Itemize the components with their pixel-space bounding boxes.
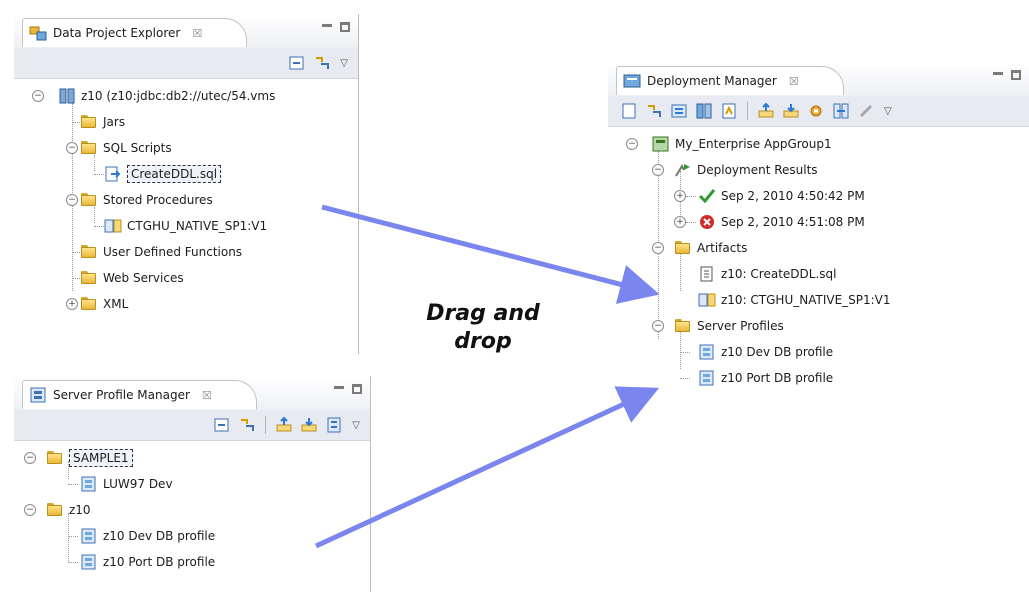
drag-drop-arrows — [314, 204, 660, 549]
caption-line-2: drop — [454, 329, 512, 354]
drag-and-drop-caption: Drag and drop — [408, 300, 558, 356]
caption-line-1: Drag and — [426, 301, 540, 326]
arrow-sql-to-artifacts — [321, 204, 660, 304]
arrow-profiles-to-server-profiles — [314, 386, 660, 549]
